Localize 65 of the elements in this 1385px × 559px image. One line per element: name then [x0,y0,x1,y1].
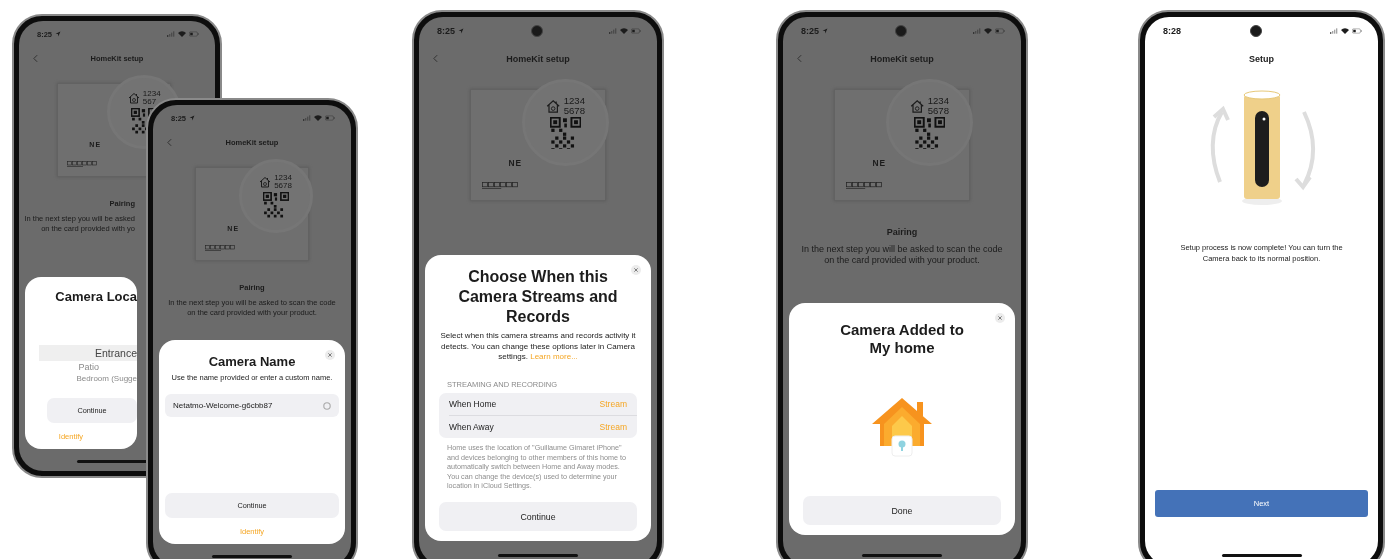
description-text: Select when this camera streams and records activity it detects. You can change these options later in Camera settings. Learn more... [439,331,637,363]
pairing-text: on the card provided with your product. [824,255,980,266]
camera-name-field[interactable]: Netatmo-Welcome-g6cbb87 [165,394,339,417]
signal-icon [303,115,311,121]
setup-code-text: 5678 [274,181,292,190]
house-outline-icon [127,91,140,104]
brand-text: NE [508,158,523,168]
battery-icon [1352,28,1362,35]
qr-code-icon [914,117,946,149]
wifi-icon [984,28,992,35]
qr-code-icon [262,191,289,218]
setup-code-text: 1234 [927,96,949,106]
sheet-title: Camera Name [208,353,296,370]
back-chevron-icon[interactable] [33,53,38,63]
sheet-title: Choose When this Camera Streams and Records [457,267,619,328]
battery-icon [325,115,335,121]
code-boxes-icon [66,160,97,167]
qr-code-icon [550,117,582,149]
setup-code-text: 5678 [563,105,585,116]
setup-code-text: 1234 [142,89,161,98]
location-option[interactable]: Patio [78,361,99,373]
close-icon[interactable] [325,349,335,360]
setup-code-text: 1234 [563,96,585,106]
screen-title: HomeKit setup [506,53,570,64]
setup-code-text: 567 [142,97,158,106]
row-label[interactable]: When Away [449,422,494,433]
status-time: 8:25 [801,26,819,37]
brand-text: NE [872,158,887,168]
row-label[interactable]: When Home [449,399,497,410]
close-icon[interactable] [631,265,641,276]
back-chevron-icon[interactable] [167,137,172,147]
battery-icon [631,28,641,35]
signal-icon [167,31,175,37]
code-boxes-icon [481,181,518,189]
house-outline-icon [910,98,925,113]
wifi-icon [178,31,186,37]
code-boxes-icon [845,181,882,189]
continue-button[interactable]: Done [803,496,1001,526]
screen-title: HomeKit setup [870,53,934,64]
close-icon[interactable] [995,312,1005,323]
sheet-title: Camera Added to My home [839,320,965,359]
location-option[interactable]: Bedroom (Sugge [76,373,137,384]
back-chevron-icon[interactable] [797,54,802,64]
signal-icon [609,28,617,35]
setup-code-text: 5678 [927,105,949,116]
signal-icon [1330,28,1338,35]
battery-icon [995,28,1005,35]
setup-code-text: 1234 [274,173,292,182]
code-boxes-icon [204,244,235,251]
clear-icon[interactable] [323,401,331,410]
house-outline-icon [259,175,272,188]
sheet-title: Camera Loca [55,288,137,305]
wifi-icon [314,115,322,121]
pairing-title: Pairing [886,227,918,238]
wifi-icon [1341,28,1349,35]
signal-icon [973,28,981,35]
house-outline-icon [546,98,561,113]
back-chevron-icon[interactable] [433,54,438,64]
status-time: 8:25 [437,26,455,37]
location-option[interactable]: Entrance [39,345,137,361]
continue-button[interactable]: Continue [439,502,637,532]
screen-title: Setup [1249,53,1274,64]
status-time: 8:28 [1163,26,1181,37]
wifi-icon [620,28,628,35]
battery-icon [189,31,199,37]
